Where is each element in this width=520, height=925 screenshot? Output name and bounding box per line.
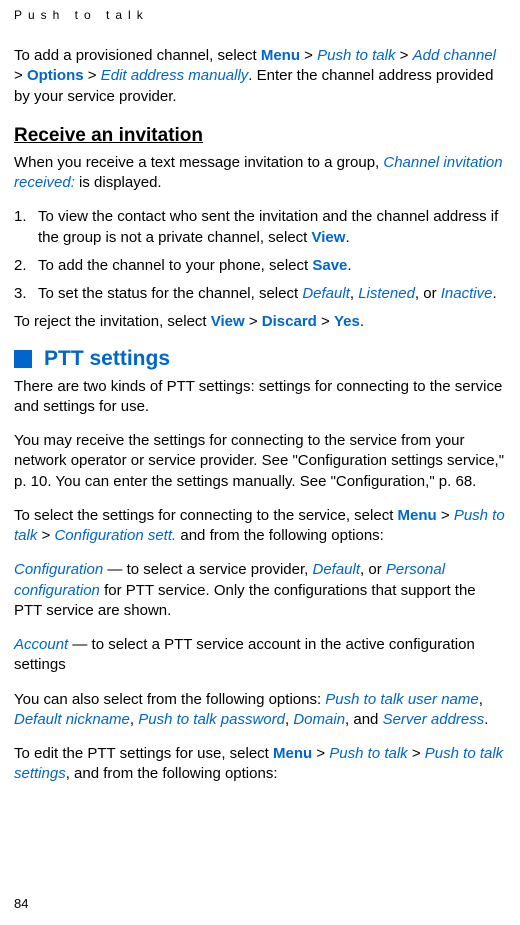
step-number: 2. [14,256,38,276]
text: You can also select from the following o… [14,691,325,708]
action-label: View [312,229,346,246]
menu-label: Options [27,67,84,84]
reject-paragraph: To reject the invitation, select View > … [14,312,506,332]
option-label: Listened [358,285,415,302]
receive-intro: When you receive a text message invitati… [14,153,506,194]
step-number: 1. [14,207,38,248]
text: To edit the PTT settings for use, select [14,745,273,762]
text: > [37,527,54,544]
menu-label: Menu [398,507,437,524]
text: > [317,313,334,330]
step-text: To view the contact who sent the invitat… [38,207,506,248]
step-text: To add the channel to your phone, select… [38,256,506,276]
step-text: To set the status for the channel, selec… [38,284,506,304]
text: . [345,229,349,246]
intro-paragraph: To add a provisioned channel, select Men… [14,46,506,107]
ptt-p3: To select the settings for connecting to… [14,506,506,547]
option-label: Push to talk password [138,711,285,728]
menu-path: Configuration sett. [54,527,176,544]
action-label: View [211,313,245,330]
option-label: Account [14,636,68,653]
ptt-p2: You may receive the settings for connect… [14,431,506,492]
text: . [484,711,488,728]
list-item: 2. To add the channel to your phone, sel… [14,256,506,276]
action-label: Save [312,257,347,274]
text: , [130,711,138,728]
page-header: Push to talk [14,8,506,22]
step-number: 3. [14,284,38,304]
ptt-p1: There are two kinds of PTT settings: set… [14,377,506,418]
text: , or [360,561,386,578]
text: is displayed. [75,174,162,191]
text: To add a provisioned channel, select [14,47,261,64]
text: , and from the following options: [66,765,278,782]
option-label: Server address [383,711,485,728]
text: To view the contact who sent the invitat… [38,208,498,245]
text: > [84,67,101,84]
menu-path: Add channel [413,47,496,64]
option-label: Domain [293,711,345,728]
section-heading-receive: Receive an invitation [14,125,506,147]
option-label: Configuration [14,561,103,578]
receive-steps: 1. To view the contact who sent the invi… [14,207,506,304]
text: , [350,285,358,302]
list-item: 1. To view the contact who sent the invi… [14,207,506,248]
text: > [396,47,413,64]
text: > [245,313,262,330]
text: . [360,313,364,330]
option-label: Default [302,285,350,302]
text: To select the settings for connecting to… [14,507,398,524]
option-label: Inactive [441,285,493,302]
text: > [300,47,317,64]
menu-label: Menu [273,745,312,762]
text: > [312,745,329,762]
action-label: Yes [334,313,360,330]
menu-path: Edit address manually [101,67,249,84]
text: , and [345,711,383,728]
menu-path: Push to talk [317,47,395,64]
heading-text: PTT settings [44,347,170,371]
text: > [408,745,425,762]
ptt-p6: You can also select from the following o… [14,690,506,731]
menu-label: Menu [261,47,300,64]
text: > [14,67,27,84]
text: and from the following options: [176,527,384,544]
text: When you receive a text message invitati… [14,154,383,171]
text: , or [415,285,441,302]
text: — to select a service provider, [103,561,312,578]
option-label: Default nickname [14,711,130,728]
menu-path: Push to talk [329,745,407,762]
ptt-p7: To edit the PTT settings for use, select… [14,744,506,785]
text: To reject the invitation, select [14,313,211,330]
ptt-p5: Account — to select a PTT service accoun… [14,635,506,676]
text: , [479,691,483,708]
action-label: Discard [262,313,317,330]
square-bullet-icon [14,350,32,368]
text: . [347,257,351,274]
text: To set the status for the channel, selec… [38,285,302,302]
text: . [492,285,496,302]
option-label: Default [313,561,361,578]
text: — to select a PTT service account in the… [14,636,475,673]
section-heading-ptt: PTT settings [14,347,506,371]
option-label: Push to talk user name [325,691,478,708]
text: To add the channel to your phone, select [38,257,312,274]
page-number: 84 [14,896,28,911]
list-item: 3. To set the status for the channel, se… [14,284,506,304]
ptt-p4: Configuration — to select a service prov… [14,560,506,621]
text: > [437,507,454,524]
